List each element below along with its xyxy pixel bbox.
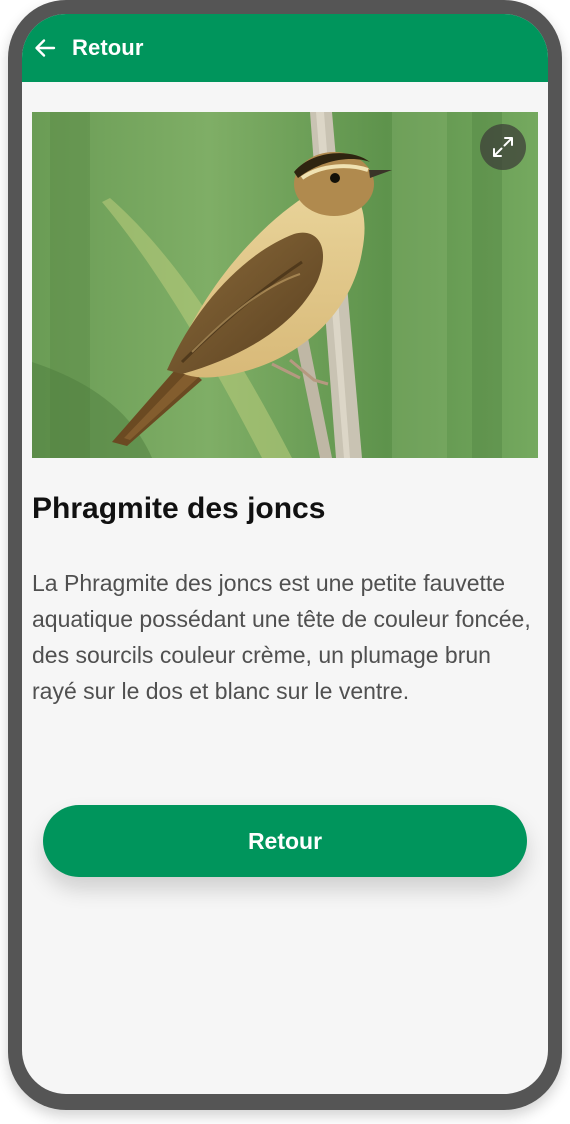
bird-photo[interactable] [32, 112, 538, 458]
app-screen: Retour Phragmite des joncs La Phragmite … [22, 14, 548, 1094]
app-bar: Retour [22, 14, 548, 82]
back-arrow-icon[interactable] [32, 35, 58, 61]
species-title: Phragmite des joncs [32, 492, 326, 525]
app-bar-back-title[interactable]: Retour [72, 35, 144, 61]
phone-frame: Retour Phragmite des joncs La Phragmite … [8, 0, 562, 1110]
bird-illustration [32, 112, 538, 458]
species-description: La Phragmite des joncs est une petite fa… [32, 570, 531, 704]
back-button[interactable]: Retour [43, 805, 527, 877]
expand-icon[interactable] [480, 124, 526, 170]
